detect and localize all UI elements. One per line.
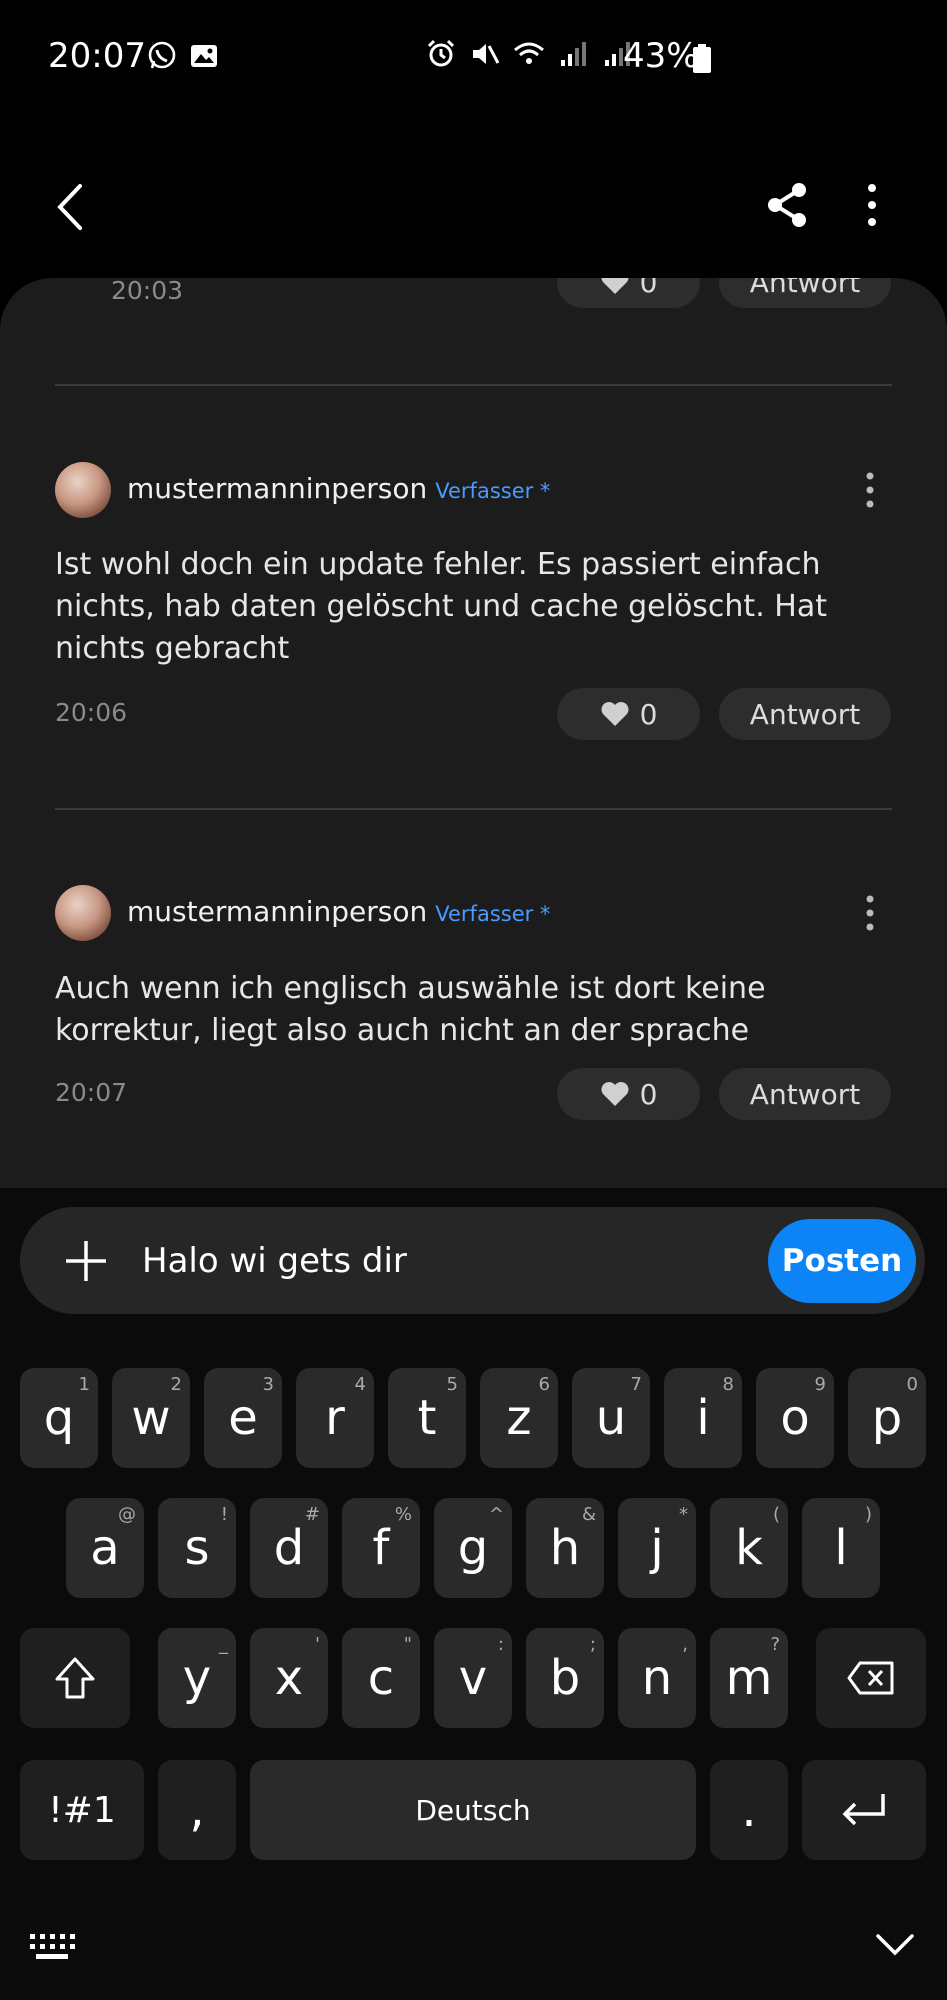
author-name: mustermanninperson bbox=[127, 895, 428, 928]
reply-button[interactable]: Antwort bbox=[719, 688, 891, 740]
key-f[interactable]: f% bbox=[342, 1498, 420, 1598]
status-bar: 20:07 43% bbox=[0, 0, 947, 115]
key-e[interactable]: e3 bbox=[204, 1368, 282, 1468]
period-key[interactable]: . bbox=[710, 1760, 788, 1860]
backspace-icon bbox=[847, 1661, 894, 1695]
comment-author[interactable]: mustermanninperson Verfasser * bbox=[127, 895, 550, 928]
reply-button[interactable]: Antwort bbox=[719, 1068, 891, 1120]
divider bbox=[55, 808, 892, 810]
symbols-key[interactable]: !#1 bbox=[20, 1760, 144, 1860]
image-icon bbox=[191, 45, 217, 67]
key-y[interactable]: y _ bbox=[158, 1628, 236, 1728]
key-v[interactable]: v: bbox=[434, 1628, 512, 1728]
status-time: 20:07 bbox=[48, 36, 146, 76]
author-name: mustermanninperson bbox=[127, 472, 428, 505]
key-b[interactable]: b; bbox=[526, 1628, 604, 1728]
space-key[interactable]: Deutsch bbox=[250, 1760, 696, 1860]
mute-icon bbox=[473, 44, 500, 64]
comma-key[interactable]: , bbox=[158, 1760, 236, 1860]
comment-text: Auch wenn ich englisch auswähle ist dort… bbox=[55, 971, 766, 1048]
signal-icon bbox=[561, 42, 586, 66]
comment-time: 20:07 bbox=[55, 1078, 128, 1107]
keyboard-switch-icon[interactable] bbox=[28, 1932, 76, 1962]
keyboard-nav-bar bbox=[0, 1890, 947, 2000]
comment-input[interactable]: Halo wi gets dir bbox=[142, 1235, 762, 1287]
like-button[interactable]: 0 bbox=[557, 1068, 700, 1120]
avatar[interactable] bbox=[55, 885, 111, 941]
author-badge: Verfasser * bbox=[435, 902, 551, 926]
comment-more-icon[interactable] bbox=[858, 470, 882, 510]
comments-list[interactable]: 20:03 0 Antwort mustermanninperson Verfas… bbox=[0, 278, 947, 1188]
key-x[interactable]: x ' bbox=[250, 1628, 328, 1728]
comment-more-icon[interactable] bbox=[858, 893, 882, 933]
key-j[interactable]: j * bbox=[618, 1498, 696, 1598]
more-options-icon[interactable] bbox=[860, 180, 884, 230]
key-i[interactable]: i8 bbox=[664, 1368, 742, 1468]
key-n[interactable]: n, bbox=[618, 1628, 696, 1728]
like-count: 0 bbox=[639, 697, 658, 731]
reply-button[interactable]: Antwort bbox=[719, 278, 891, 308]
add-attachment-icon[interactable] bbox=[62, 1237, 110, 1285]
divider bbox=[55, 384, 892, 386]
whatsapp-icon bbox=[148, 41, 176, 69]
comment-time: 20:06 bbox=[55, 698, 128, 727]
key-z[interactable]: z6 bbox=[480, 1368, 558, 1468]
shift-key[interactable] bbox=[20, 1628, 130, 1728]
author-badge: Verfasser * bbox=[435, 479, 551, 503]
backspace-key[interactable] bbox=[816, 1628, 926, 1728]
key-g[interactable]: g ^ bbox=[434, 1498, 512, 1598]
key-a[interactable]: a @ bbox=[66, 1498, 144, 1598]
comment-author[interactable]: mustermanninperson Verfasser * bbox=[127, 472, 550, 505]
shift-icon bbox=[55, 1657, 95, 1699]
heart-icon bbox=[601, 278, 629, 294]
key-p[interactable]: p0 bbox=[848, 1368, 926, 1468]
key-l[interactable]: l) bbox=[802, 1498, 880, 1598]
key-k[interactable]: k( bbox=[710, 1498, 788, 1598]
comment-text: Ist wohl doch ein update fehler. Es pass… bbox=[55, 547, 827, 666]
like-button[interactable]: 0 bbox=[557, 688, 700, 740]
share-icon[interactable] bbox=[763, 180, 813, 230]
like-count: 0 bbox=[639, 1077, 658, 1111]
heart-icon bbox=[601, 1082, 629, 1106]
alarm-icon bbox=[427, 39, 455, 67]
battery-percent: 43% bbox=[623, 36, 699, 76]
compose-bar: Halo wi gets dir Posten bbox=[20, 1207, 925, 1314]
previous-comment-footer: 20:03 0 Antwort bbox=[0, 278, 947, 318]
enter-key[interactable] bbox=[802, 1760, 926, 1860]
avatar[interactable] bbox=[55, 462, 111, 518]
post-button[interactable]: Posten bbox=[768, 1219, 916, 1303]
like-button[interactable]: 0 bbox=[557, 278, 700, 308]
key-o[interactable]: o9 bbox=[756, 1368, 834, 1468]
key-w[interactable]: w2 bbox=[112, 1368, 190, 1468]
key-d[interactable]: d # bbox=[250, 1498, 328, 1598]
enter-icon bbox=[842, 1794, 885, 1826]
top-app-bar bbox=[0, 160, 947, 250]
comment-time: 20:03 bbox=[111, 278, 184, 305]
hide-keyboard-icon[interactable] bbox=[874, 1932, 916, 1958]
key-q[interactable]: q1 bbox=[20, 1368, 98, 1468]
like-count: 0 bbox=[639, 278, 658, 299]
heart-icon bbox=[601, 702, 629, 726]
key-m[interactable]: m? bbox=[710, 1628, 788, 1728]
back-arrow-icon[interactable] bbox=[50, 180, 94, 234]
key-t[interactable]: t5 bbox=[388, 1368, 466, 1468]
wifi-icon bbox=[514, 42, 544, 64]
key-c[interactable]: c " bbox=[342, 1628, 420, 1728]
key-r[interactable]: r4 bbox=[296, 1368, 374, 1468]
battery-icon bbox=[693, 44, 711, 73]
key-s[interactable]: s! bbox=[158, 1498, 236, 1598]
key-h[interactable]: h & bbox=[526, 1498, 604, 1598]
key-u[interactable]: u7 bbox=[572, 1368, 650, 1468]
